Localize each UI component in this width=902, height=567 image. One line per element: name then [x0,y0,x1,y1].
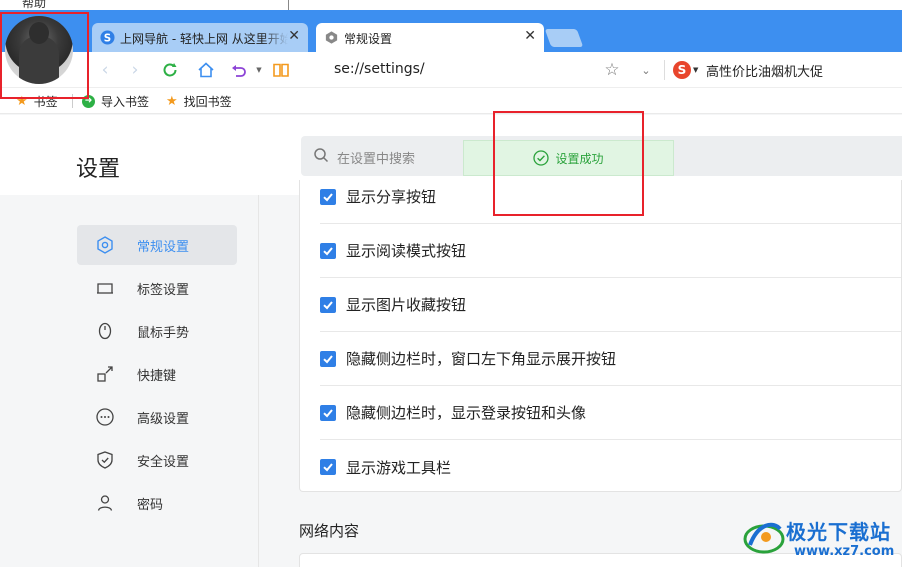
search-engine-icon[interactable]: S [673,61,691,79]
checkbox[interactable] [320,404,336,421]
checkmark-icon [323,192,333,201]
bookmark-label: 找回书签 [183,95,232,109]
watermark-url: www.xz7.com [794,544,895,559]
toolbar-divider [664,60,665,80]
settings-sidebar: 常规设置 标签设置 鼠标手势 快捷键 高级设置 安全设置 密码 [0,195,259,567]
search-engine-dropdown-icon[interactable]: ▼ [693,66,698,74]
watermark-brand: 极光下载站 [786,520,891,544]
sidebar-item-label: 鼠标手势 [137,326,190,341]
mouse-icon [98,322,112,340]
watermark-logo-icon [743,522,785,554]
bookmark-label: 导入书签 [101,95,150,109]
checkbox[interactable] [320,188,336,205]
option-label: 隐藏侧边栏时，窗口左下角显示展开按钮 [346,350,617,368]
tab-strip: S 上网导航 - 轻快上网 从这里开始 ✕ 常规设置 ✕ [0,10,902,52]
checkmark-icon [323,408,333,417]
highlight-box-avatar [0,12,89,99]
home-icon[interactable] [197,61,215,79]
tab-settings[interactable]: 常规设置 ✕ [316,23,544,52]
option-row[interactable]: 显示游戏工具栏 [320,440,901,491]
checkbox[interactable] [320,296,336,313]
menu-submenu-arrow-icon: › [262,0,266,3]
new-tab-button[interactable] [544,29,584,47]
tab-icon [97,283,113,294]
sidebar-item-mouse-gesture[interactable]: 鼠标手势 [77,311,237,351]
star-icon: ★ [166,94,178,109]
close-icon[interactable]: ✕ [524,28,536,44]
svg-text:S: S [104,32,111,44]
sidebar-item-label: 常规设置 [137,240,190,255]
bookmark-item[interactable]: ➜ 导入书签 [82,93,149,110]
checkmark-icon [323,354,333,363]
menu-help[interactable]: 帮助 [22,0,46,10]
search-placeholder: 在设置中搜索 [337,152,416,167]
option-label: 显示图片收藏按钮 [346,296,467,314]
refresh-icon[interactable] [161,61,179,79]
sidebar-item-security[interactable]: 安全设置 [77,440,237,480]
chevron-down-icon[interactable]: ⌄ [637,61,655,79]
option-label: 显示分享按钮 [346,188,437,206]
back-icon[interactable]: ‹ [96,60,114,80]
hexagon-icon [97,236,113,254]
option-row[interactable]: 显示图片收藏按钮 [320,278,901,332]
section-title-network: 网络内容 [299,522,360,540]
sidebar-item-label: 高级设置 [137,412,190,427]
sidebar-item-label: 快捷键 [137,369,177,384]
tab-title: 常规设置 [344,32,393,46]
shield-icon [97,451,113,469]
sidebar-item-advanced[interactable]: 高级设置 [77,397,237,437]
star-bookmark-icon[interactable]: ☆ [603,60,621,80]
sidebar-item-general[interactable]: 常规设置 [77,225,237,265]
general-options-card: 显示分享按钮 显示阅读模式按钮 显示图片收藏按钮 隐藏侧边栏时，窗口左下角显示展… [299,180,902,492]
sidebar-item-password[interactable]: 密码 [77,483,237,523]
page-title: 设置 [76,157,121,182]
sidebar-item-shortcuts[interactable]: 快捷键 [77,354,237,394]
undo-dropdown-icon[interactable]: ▼ [250,61,268,79]
sidebar-item-tabs[interactable]: 标签设置 [77,268,237,308]
checkbox[interactable] [320,459,336,475]
tab-navigation[interactable]: S 上网导航 - 轻快上网 从这里开始 ✕ [92,23,308,52]
address-bar[interactable]: se://settings/ [334,61,425,77]
highlight-box-toast [493,111,644,216]
bookmark-item[interactable]: ★ 找回书签 [166,93,232,110]
checkbox[interactable] [320,350,336,367]
close-icon[interactable]: ✕ [288,28,300,44]
forward-icon[interactable]: › [126,60,144,80]
search-icon [314,148,329,163]
checkbox[interactable] [320,242,336,259]
reader-book-icon[interactable] [272,61,290,79]
checkmark-icon [323,463,333,472]
user-icon [97,495,113,511]
toolbar: ‹ › ▼ se://settings/ ☆ ⌄ S ▼ 高性价比油烟机大促 [0,52,902,88]
search-suggestion[interactable]: 高性价比油烟机大促 [706,61,823,80]
option-label: 隐藏侧边栏时，显示登录按钮和头像 [346,404,587,422]
settings-hex-icon [325,31,338,44]
undo-icon[interactable] [230,61,248,79]
sidebar-item-label: 安全设置 [137,455,190,470]
sogou-s-icon: S [100,30,115,45]
watermark: 极光下载站 www.xz7.com [742,515,902,565]
sidebar-item-label: 标签设置 [137,283,190,298]
shortcut-icon [97,366,113,382]
checkmark-icon [323,246,333,255]
option-label: 显示阅读模式按钮 [346,242,467,260]
option-row[interactable]: 隐藏侧边栏时，窗口左下角显示展开按钮 [320,332,901,386]
option-row[interactable]: 隐藏侧边栏时，显示登录按钮和头像 [320,386,901,440]
more-icon [96,408,114,426]
bookmark-bar: ★ 书签 ➜ 导入书签 ★ 找回书签 [0,88,902,114]
menu-bar: 帮助 › [0,0,902,10]
sidebar-item-label: 密码 [137,498,164,513]
option-row[interactable]: 显示阅读模式按钮 [320,224,901,278]
menu-divider [288,0,289,10]
option-label: 显示游戏工具栏 [346,458,452,477]
checkmark-icon [323,300,333,309]
tab-title: 上网导航 - 轻快上网 从这里开始 [120,32,288,46]
